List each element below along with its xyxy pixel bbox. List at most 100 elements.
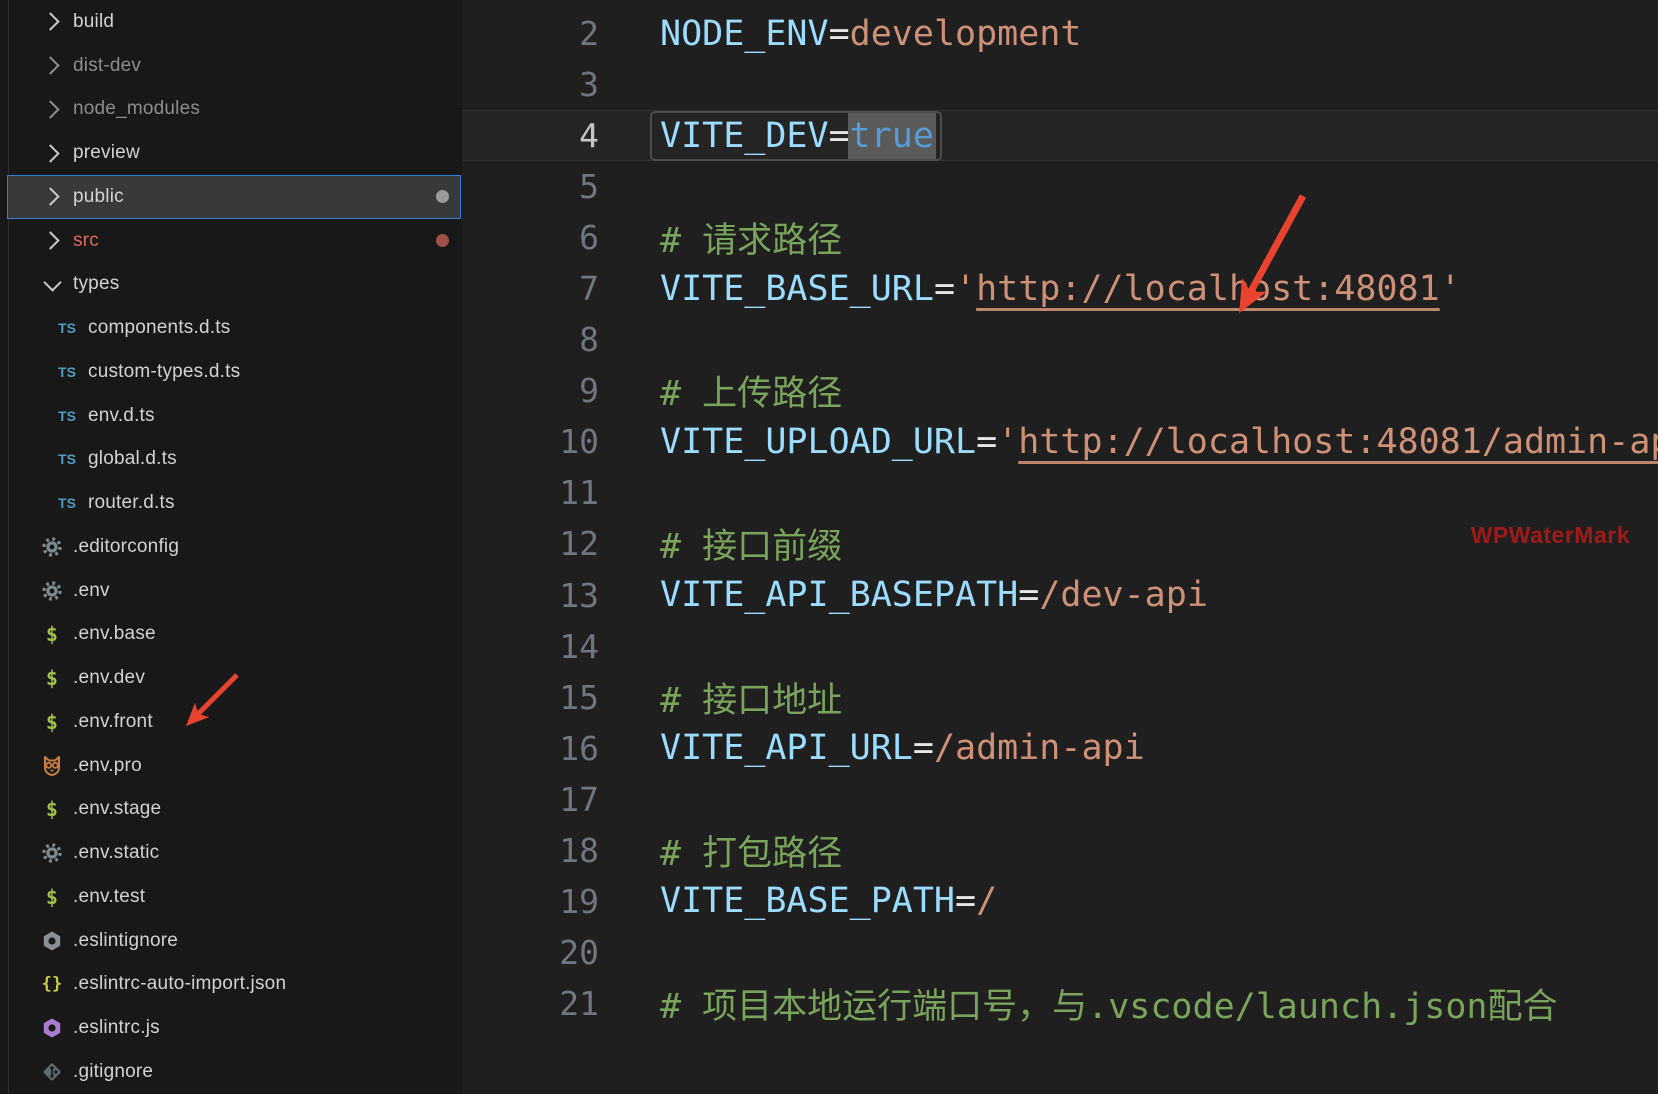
file-icon-slot: TS [55,491,79,515]
sidebar-item-.env.dev[interactable]: $ .env.dev [0,656,461,700]
sidebar-item-build[interactable]: build [0,0,461,44]
sidebar-item-.eslintrc.js[interactable]: .eslintrc.js [0,1006,461,1050]
line-number: 9 [462,371,599,410]
sidebar-item-global.d.ts[interactable]: TS global.d.ts [0,438,461,482]
file-explorer: build dist-dev node_modules preview publ… [0,0,462,1094]
line-number: 19 [462,882,599,921]
current-word-box: VITE_DEV=true [660,116,934,156]
file-tree: build dist-dev node_modules preview publ… [0,0,461,1094]
file-label: .env.test [73,886,145,908]
editor-line-21[interactable]: 21 # 项目本地运行端口号，与.vscode/launch.json配合 [462,978,1658,1029]
sidebar-item-.env.static[interactable]: .env.static [0,831,461,875]
token-eq: = [1018,575,1039,615]
sidebar-item-.env.test[interactable]: $ .env.test [0,875,461,919]
token-bool: true [848,111,936,161]
token-quote: ' [1440,269,1461,309]
editor-line-13[interactable]: 13 VITE_API_BASEPATH=/dev-api [462,570,1658,621]
editor-line-3[interactable]: 3 [462,59,1658,110]
editor-line-17[interactable]: 17 [462,774,1658,825]
file-label: public [73,186,124,208]
sidebar-item-router.d.ts[interactable]: TS router.d.ts [0,481,461,525]
token-link[interactable]: http://localhost:48081 [976,269,1440,309]
token-quote: ' [997,422,1018,462]
sidebar-item-.eslintignore[interactable]: .eslintignore [0,919,461,963]
editor-line-9[interactable]: 9 # 上传路径 [462,365,1658,416]
file-label: env.d.ts [88,405,155,427]
ts-icon: TS [58,320,76,336]
editor-line-15[interactable]: 15 # 接口地址 [462,672,1658,723]
token-eq: = [829,116,850,156]
file-icon-slot: TS [55,316,79,340]
line-number: 3 [462,65,599,104]
line-code: NODE_ENV=development [660,14,1081,54]
file-label: .env.front [73,711,153,733]
chevron-right-icon [41,100,59,118]
editor-line-20[interactable]: 20 [462,927,1658,978]
sidebar-item-types[interactable]: types [0,263,461,307]
line-number: 10 [462,422,599,461]
file-icon-slot: TS [55,447,79,471]
editor-line-7[interactable]: 7 VITE_BASE_URL='http://localhost:48081' [462,263,1658,314]
sidebar-item-custom-types.d.ts[interactable]: TS custom-types.d.ts [0,350,461,394]
sidebar-item-dist-dev[interactable]: dist-dev [0,44,461,88]
chevron-right-icon [41,13,59,31]
editor-line-11[interactable]: 11 [462,467,1658,518]
editor-line-6[interactable]: 6 # 请求路径 [462,212,1658,263]
sidebar-item-src[interactable]: src [0,219,461,263]
file-icon-slot [40,754,64,778]
braces-icon: {} [42,974,63,994]
sidebar-item-.env.front[interactable]: $ .env.front [0,700,461,744]
editor-lines: 2 NODE_ENV=development 3 4 VITE_DEV=true… [462,0,1658,1029]
file-label: .env.pro [73,755,142,777]
token-eq: = [829,14,850,54]
file-icon-slot: $ [40,622,64,646]
file-icon-slot [40,929,64,953]
sidebar-item-.editorconfig[interactable]: .editorconfig [0,525,461,569]
file-icon-slot: $ [40,666,64,690]
git-icon [41,1061,63,1083]
sidebar-item-env.d.ts[interactable]: TS env.d.ts [0,394,461,438]
token-key: VITE_API_URL [660,728,913,768]
ts-icon: TS [58,451,76,467]
chevron-right-icon [41,56,59,74]
code-editor[interactable]: 2 NODE_ENV=development 3 4 VITE_DEV=true… [462,0,1658,1094]
file-icon-slot [40,272,64,296]
sidebar-item-node_modules[interactable]: node_modules [0,88,461,132]
file-icon-slot [40,1016,64,1040]
line-number: 6 [462,218,599,257]
token-eq: = [955,881,976,921]
sidebar-item-.env[interactable]: .env [0,569,461,613]
editor-line-19[interactable]: 19 VITE_BASE_PATH=/ [462,876,1658,927]
editor-line-10[interactable]: 10 VITE_UPLOAD_URL='http://localhost:480… [462,416,1658,467]
editor-line-2[interactable]: 2 NODE_ENV=development [462,8,1658,59]
sidebar-item-.env.stage[interactable]: $ .env.stage [0,788,461,832]
file-label: dist-dev [73,55,141,77]
editor-line-18[interactable]: 18 # 打包路径 [462,825,1658,876]
line-number: 13 [462,576,599,615]
sidebar-item-.env.pro[interactable]: .env.pro [0,744,461,788]
sidebar-item-.env.base[interactable]: $ .env.base [0,613,461,657]
editor-line-14[interactable]: 14 [462,621,1658,672]
editor-line-16[interactable]: 16 VITE_API_URL=/admin-api [462,723,1658,774]
eslint-gray-icon [41,930,63,952]
editor-line-8[interactable]: 8 [462,314,1658,365]
editor-line-5[interactable]: 5 [462,161,1658,212]
line-code: VITE_API_BASEPATH=/dev-api [660,575,1208,615]
sidebar-item-public[interactable]: public [0,175,461,219]
file-label: node_modules [73,98,200,120]
line-number: 15 [462,678,599,717]
watermark: WPWaterMark [1471,522,1630,549]
red-dot-badge [436,234,449,247]
sidebar-item-.eslintrc-auto-import.json[interactable]: {} .eslintrc-auto-import.json [0,963,461,1007]
token-eq: = [934,269,955,309]
file-icon-slot: TS [55,404,79,428]
sidebar-item-.gitignore[interactable]: .gitignore [0,1050,461,1094]
sidebar-item-preview[interactable]: preview [0,131,461,175]
file-icon-slot [40,841,64,865]
token-link[interactable]: http://localhost:48081/admin-api [1018,422,1658,462]
line-number: 21 [462,984,599,1023]
chevron-right-icon [41,144,59,162]
editor-line-4[interactable]: 4 VITE_DEV=true [462,110,1658,161]
line-code: # 打包路径 [660,825,842,876]
sidebar-item-components.d.ts[interactable]: TS components.d.ts [0,306,461,350]
